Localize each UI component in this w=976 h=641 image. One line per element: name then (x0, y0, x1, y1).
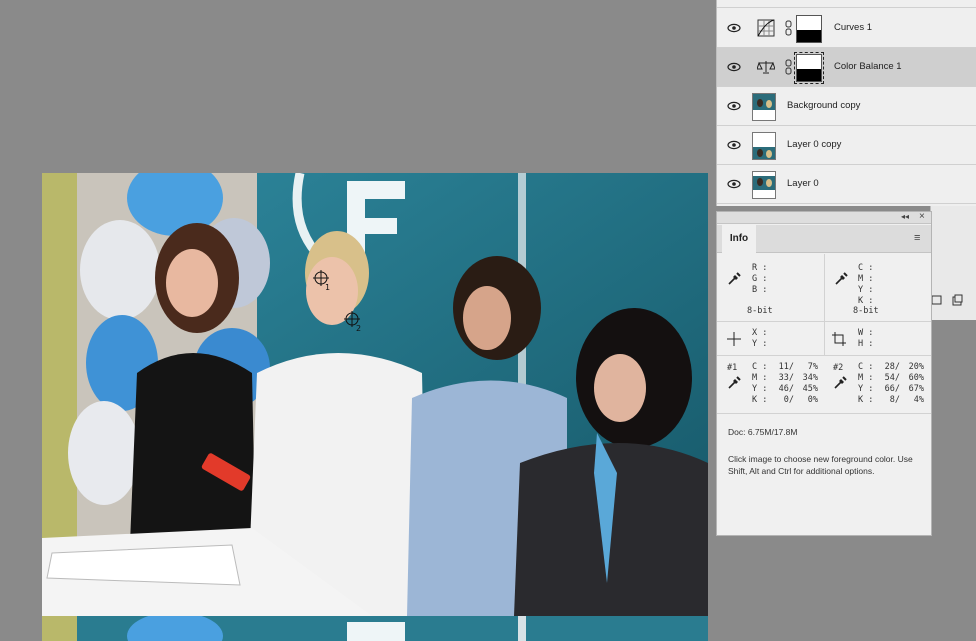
info-tab-bar: Info ≡ (717, 225, 931, 253)
layer-name: Curves 1 (834, 22, 873, 33)
selection-size-icon (832, 332, 846, 346)
eye-icon[interactable] (727, 139, 741, 151)
help-text: Click image to choose new foreground col… (728, 454, 913, 476)
layers-top-edge (717, 0, 976, 8)
link-icon[interactable] (785, 20, 792, 36)
link-icon[interactable] (785, 59, 792, 75)
close-icon[interactable]: × (919, 211, 925, 222)
layer-name: Color Balance 1 (834, 61, 902, 72)
crosshair-icon (727, 332, 741, 346)
eyedropper-icon[interactable] (833, 376, 847, 390)
layer-thumbnail[interactable] (752, 171, 776, 199)
eyedropper-icon[interactable] (727, 376, 741, 390)
color-balance-icon (757, 61, 775, 74)
sampler-readout-section: #1 C :11/7% M :33/34% Y :46/45% K :0/0% … (717, 356, 931, 414)
layer-row-layer0[interactable]: Layer 0 (717, 165, 976, 204)
cmyk-mode[interactable]: 8-bit (853, 306, 879, 316)
layer-name: Layer 0 (787, 178, 819, 189)
svg-text:2: 2 (356, 324, 361, 333)
eye-icon[interactable] (727, 100, 741, 112)
layer-name: Layer 0 copy (787, 139, 842, 150)
photo-image: 1 2 (42, 173, 708, 616)
layers-panel-footer (930, 206, 976, 320)
wh-labels: W :H : (858, 328, 874, 349)
panel-menu-icon[interactable]: ≡ (914, 232, 920, 244)
layers-panel: Curves 1 Color Balance 1 Background copy… (716, 0, 976, 206)
eye-icon[interactable] (727, 61, 741, 73)
layer-row-background-copy[interactable]: Background copy (717, 87, 976, 126)
eye-icon[interactable] (727, 178, 741, 190)
sampler-1-values: C :11/7% M :33/34% Y :46/45% K :0/0% (752, 362, 818, 405)
layer-name: Background copy (787, 100, 861, 111)
eye-icon[interactable] (727, 22, 741, 34)
position-readout-section: X :Y : W :H : (717, 322, 931, 356)
tab-info[interactable]: Info (722, 225, 756, 253)
layer-thumbnail[interactable] (752, 93, 776, 121)
cmyk-labels: C :M :Y :K : (858, 263, 874, 306)
document-canvas-lower (42, 616, 708, 641)
layer-row-color-balance[interactable]: Color Balance 1 (717, 48, 976, 87)
sampler-1-id: #1 (727, 363, 738, 373)
panel-header-bar[interactable]: ◂◂ × (717, 211, 931, 224)
color-readout-section: R :G :B : 8-bit C :M :Y :K : 8-bit (717, 254, 931, 322)
info-panel: ◂◂ × Info ≡ R :G :B : 8-bit C :M :Y :K :… (716, 211, 932, 536)
sampler-2-values: C :28/20% M :54/60% Y :66/67% K :8/4% (858, 362, 924, 405)
layer-mask-thumbnail[interactable] (794, 52, 824, 84)
svg-text:1: 1 (325, 283, 330, 292)
eyedropper-icon[interactable] (834, 272, 848, 286)
curves-icon (757, 19, 775, 37)
xy-labels: X :Y : (752, 328, 768, 349)
document-canvas[interactable]: 1 2 (42, 173, 708, 616)
new-layer-icon[interactable] (951, 294, 963, 306)
new-group-icon[interactable] (931, 294, 943, 306)
collapse-icon[interactable]: ◂◂ (901, 212, 909, 221)
layer-row-curves[interactable]: Curves 1 (717, 9, 976, 48)
layer-mask-thumbnail[interactable] (796, 15, 822, 43)
layer-thumbnail[interactable] (752, 132, 776, 160)
eyedropper-icon[interactable] (727, 272, 741, 286)
sampler-2-id: #2 (833, 363, 844, 373)
layer-row-layer0-copy[interactable]: Layer 0 copy (717, 126, 976, 165)
document-size: Doc: 6.75M/17.8M (728, 427, 798, 437)
rgb-mode[interactable]: 8-bit (747, 306, 773, 316)
rgb-labels: R :G :B : (752, 263, 768, 295)
